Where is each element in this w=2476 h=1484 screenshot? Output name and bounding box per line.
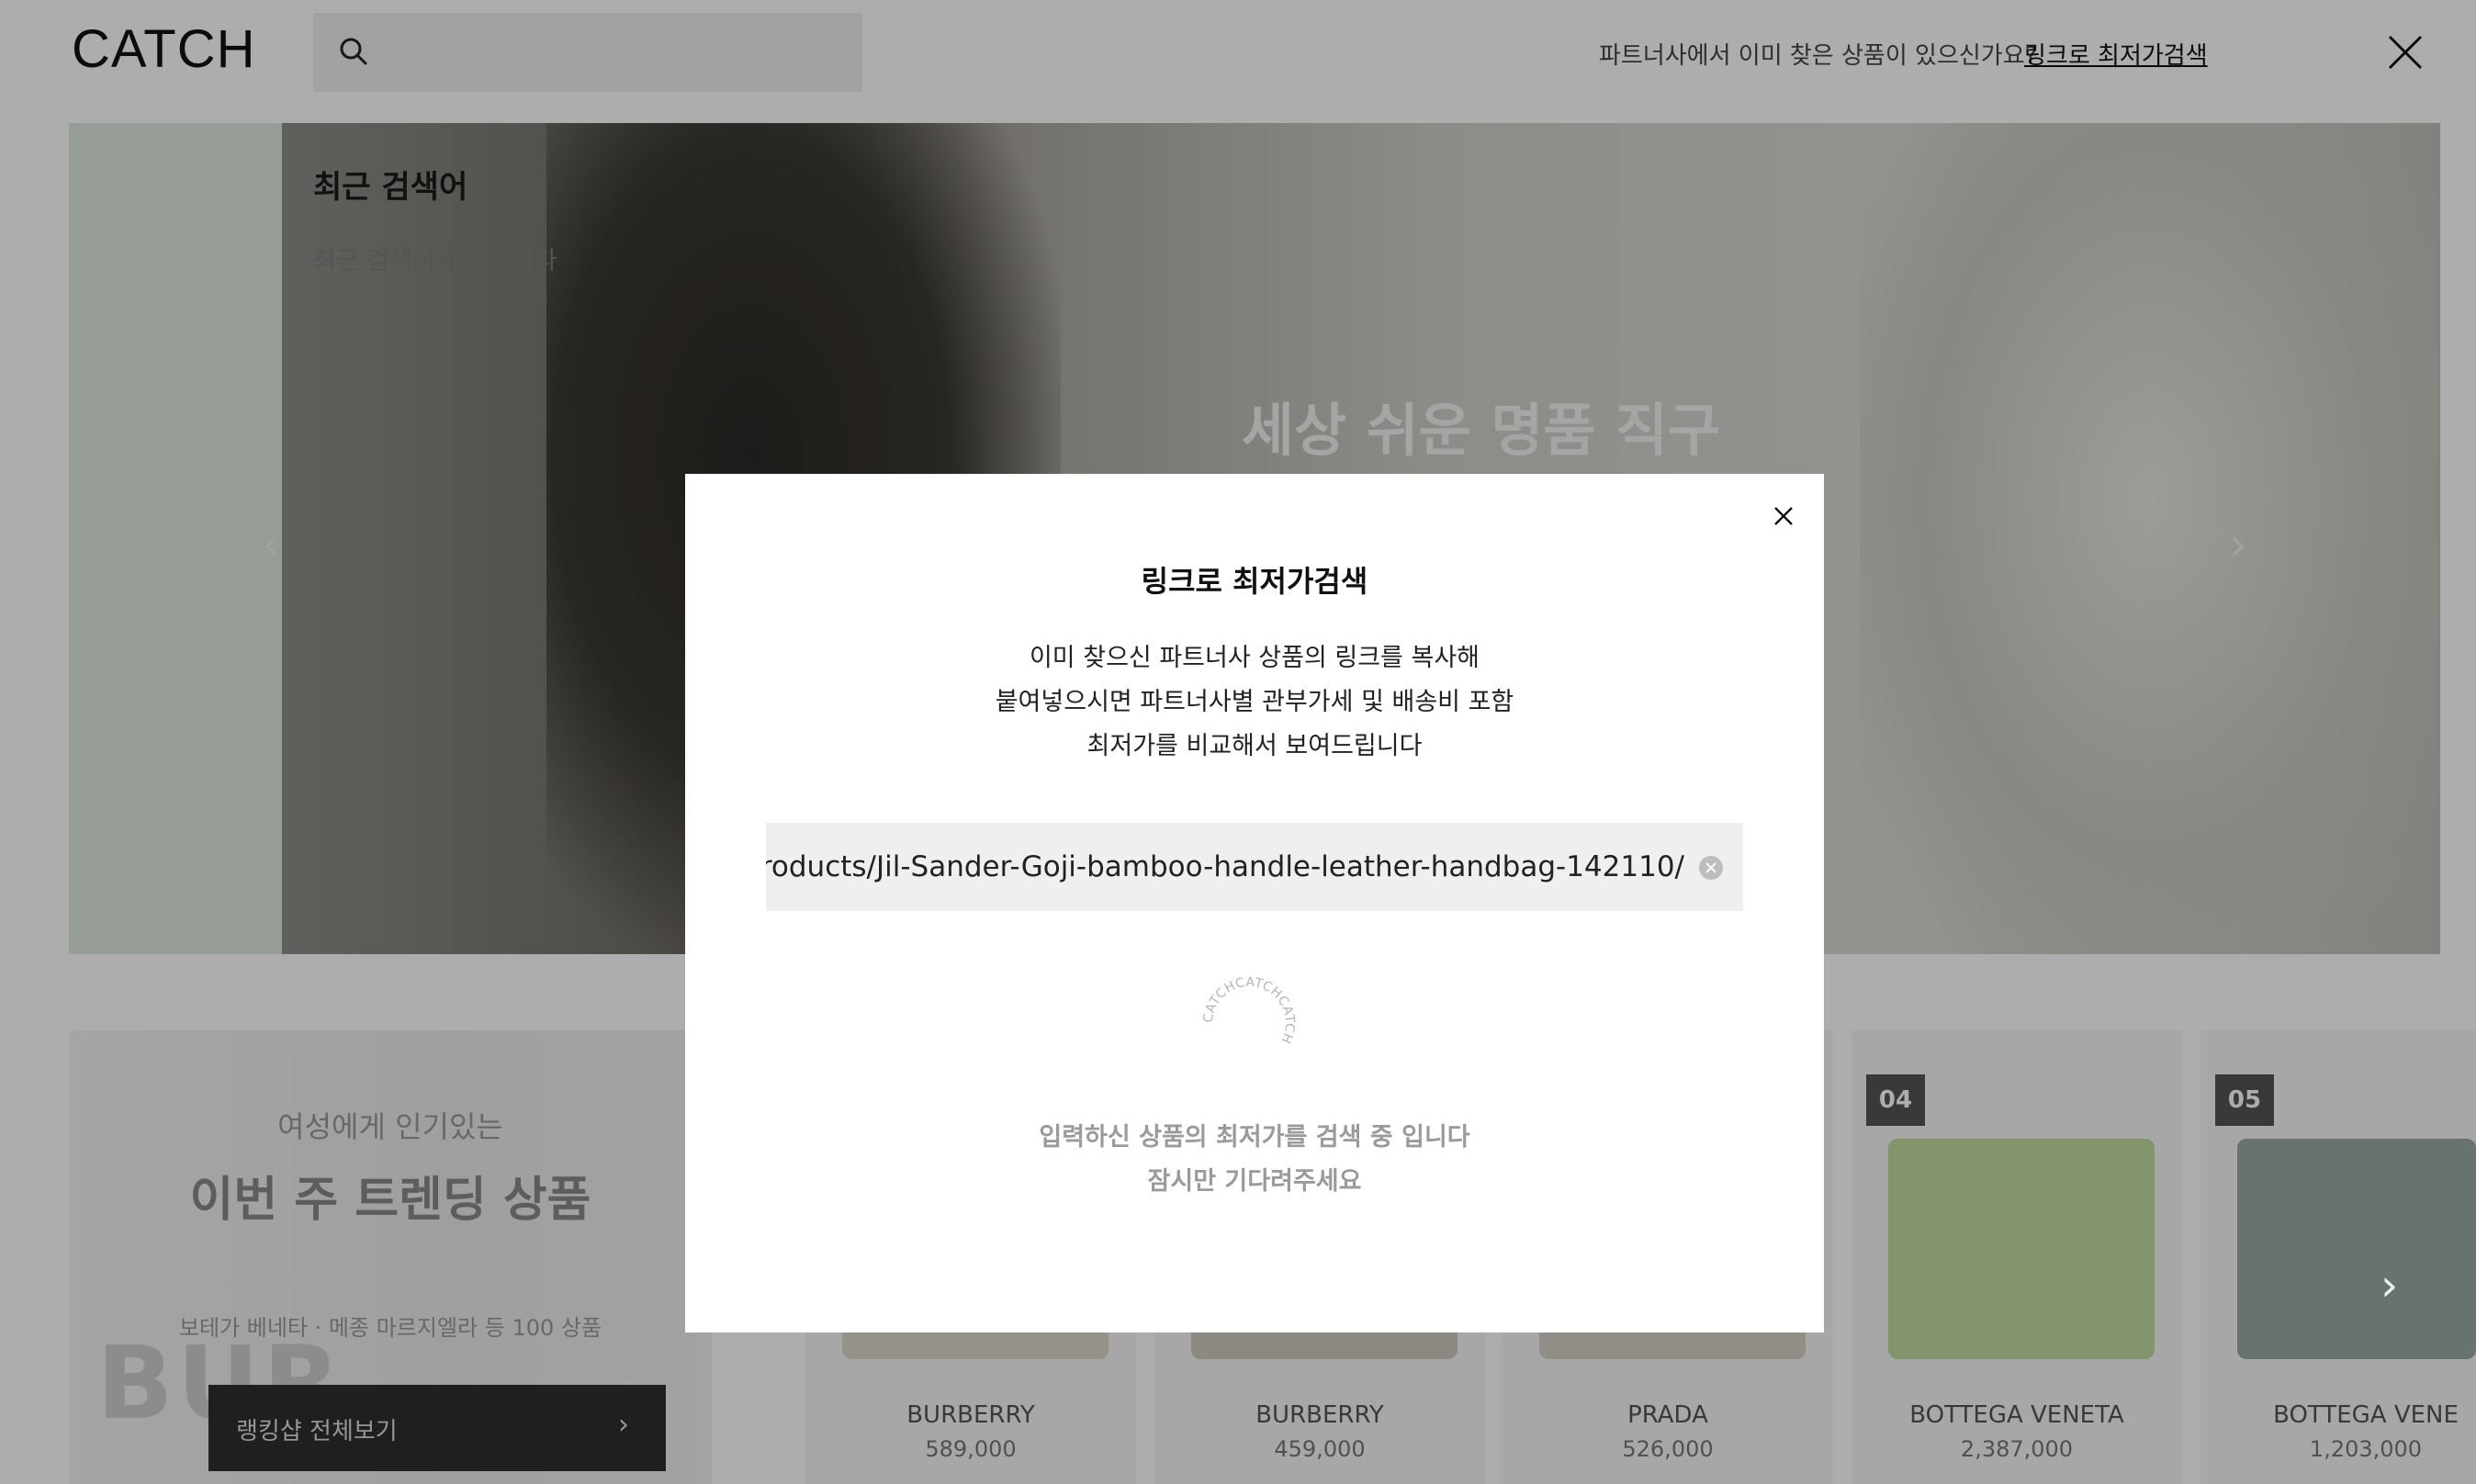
close-icon[interactable] [1773,505,1795,527]
clear-input-icon[interactable] [1699,856,1723,880]
recent-searches-title: 최근 검색어 [313,169,468,206]
modal-description-line: 이미 찾으신 파트너사 상품의 링크를 복사해 [1029,644,1480,672]
link-search-modal: 링크로 최저가검색 이미 찾으신 파트너사 상품의 링크를 복사해 붙여넣으시면… [685,474,1824,1332]
modal-description-line: 붙여넣으시면 파트너사별 관부가세 및 배송비 포함 [995,688,1514,716]
link-input[interactable]: /products/Jil-Sander-Goji-bamboo-handle-… [766,823,1684,911]
loading-spinner-icon: CATCHCATCHCATCH [1201,975,1297,1046]
recent-searches-empty: 최근 검색어가 없습니다 [313,247,557,275]
modal-description-line: 최저가를 비교해서 보여드립니다 [1086,732,1423,760]
loading-message-line: 입력하신 상품의 최저가를 검색 중 입니다 [1039,1123,1470,1152]
slider-next-arrow-icon[interactable]: › [2380,1260,2398,1311]
modal-title: 링크로 최저가검색 [1141,564,1368,599]
link-input-field[interactable]: /products/Jil-Sander-Goji-bamboo-handle-… [766,823,1743,911]
spinner-text: CATCHCATCHCATCH [1201,975,1297,1046]
svg-text:CATCHCATCHCATCH: CATCHCATCHCATCH [1201,975,1297,1046]
loading-message-line: 잠시만 기다려주세요 [1147,1167,1362,1196]
